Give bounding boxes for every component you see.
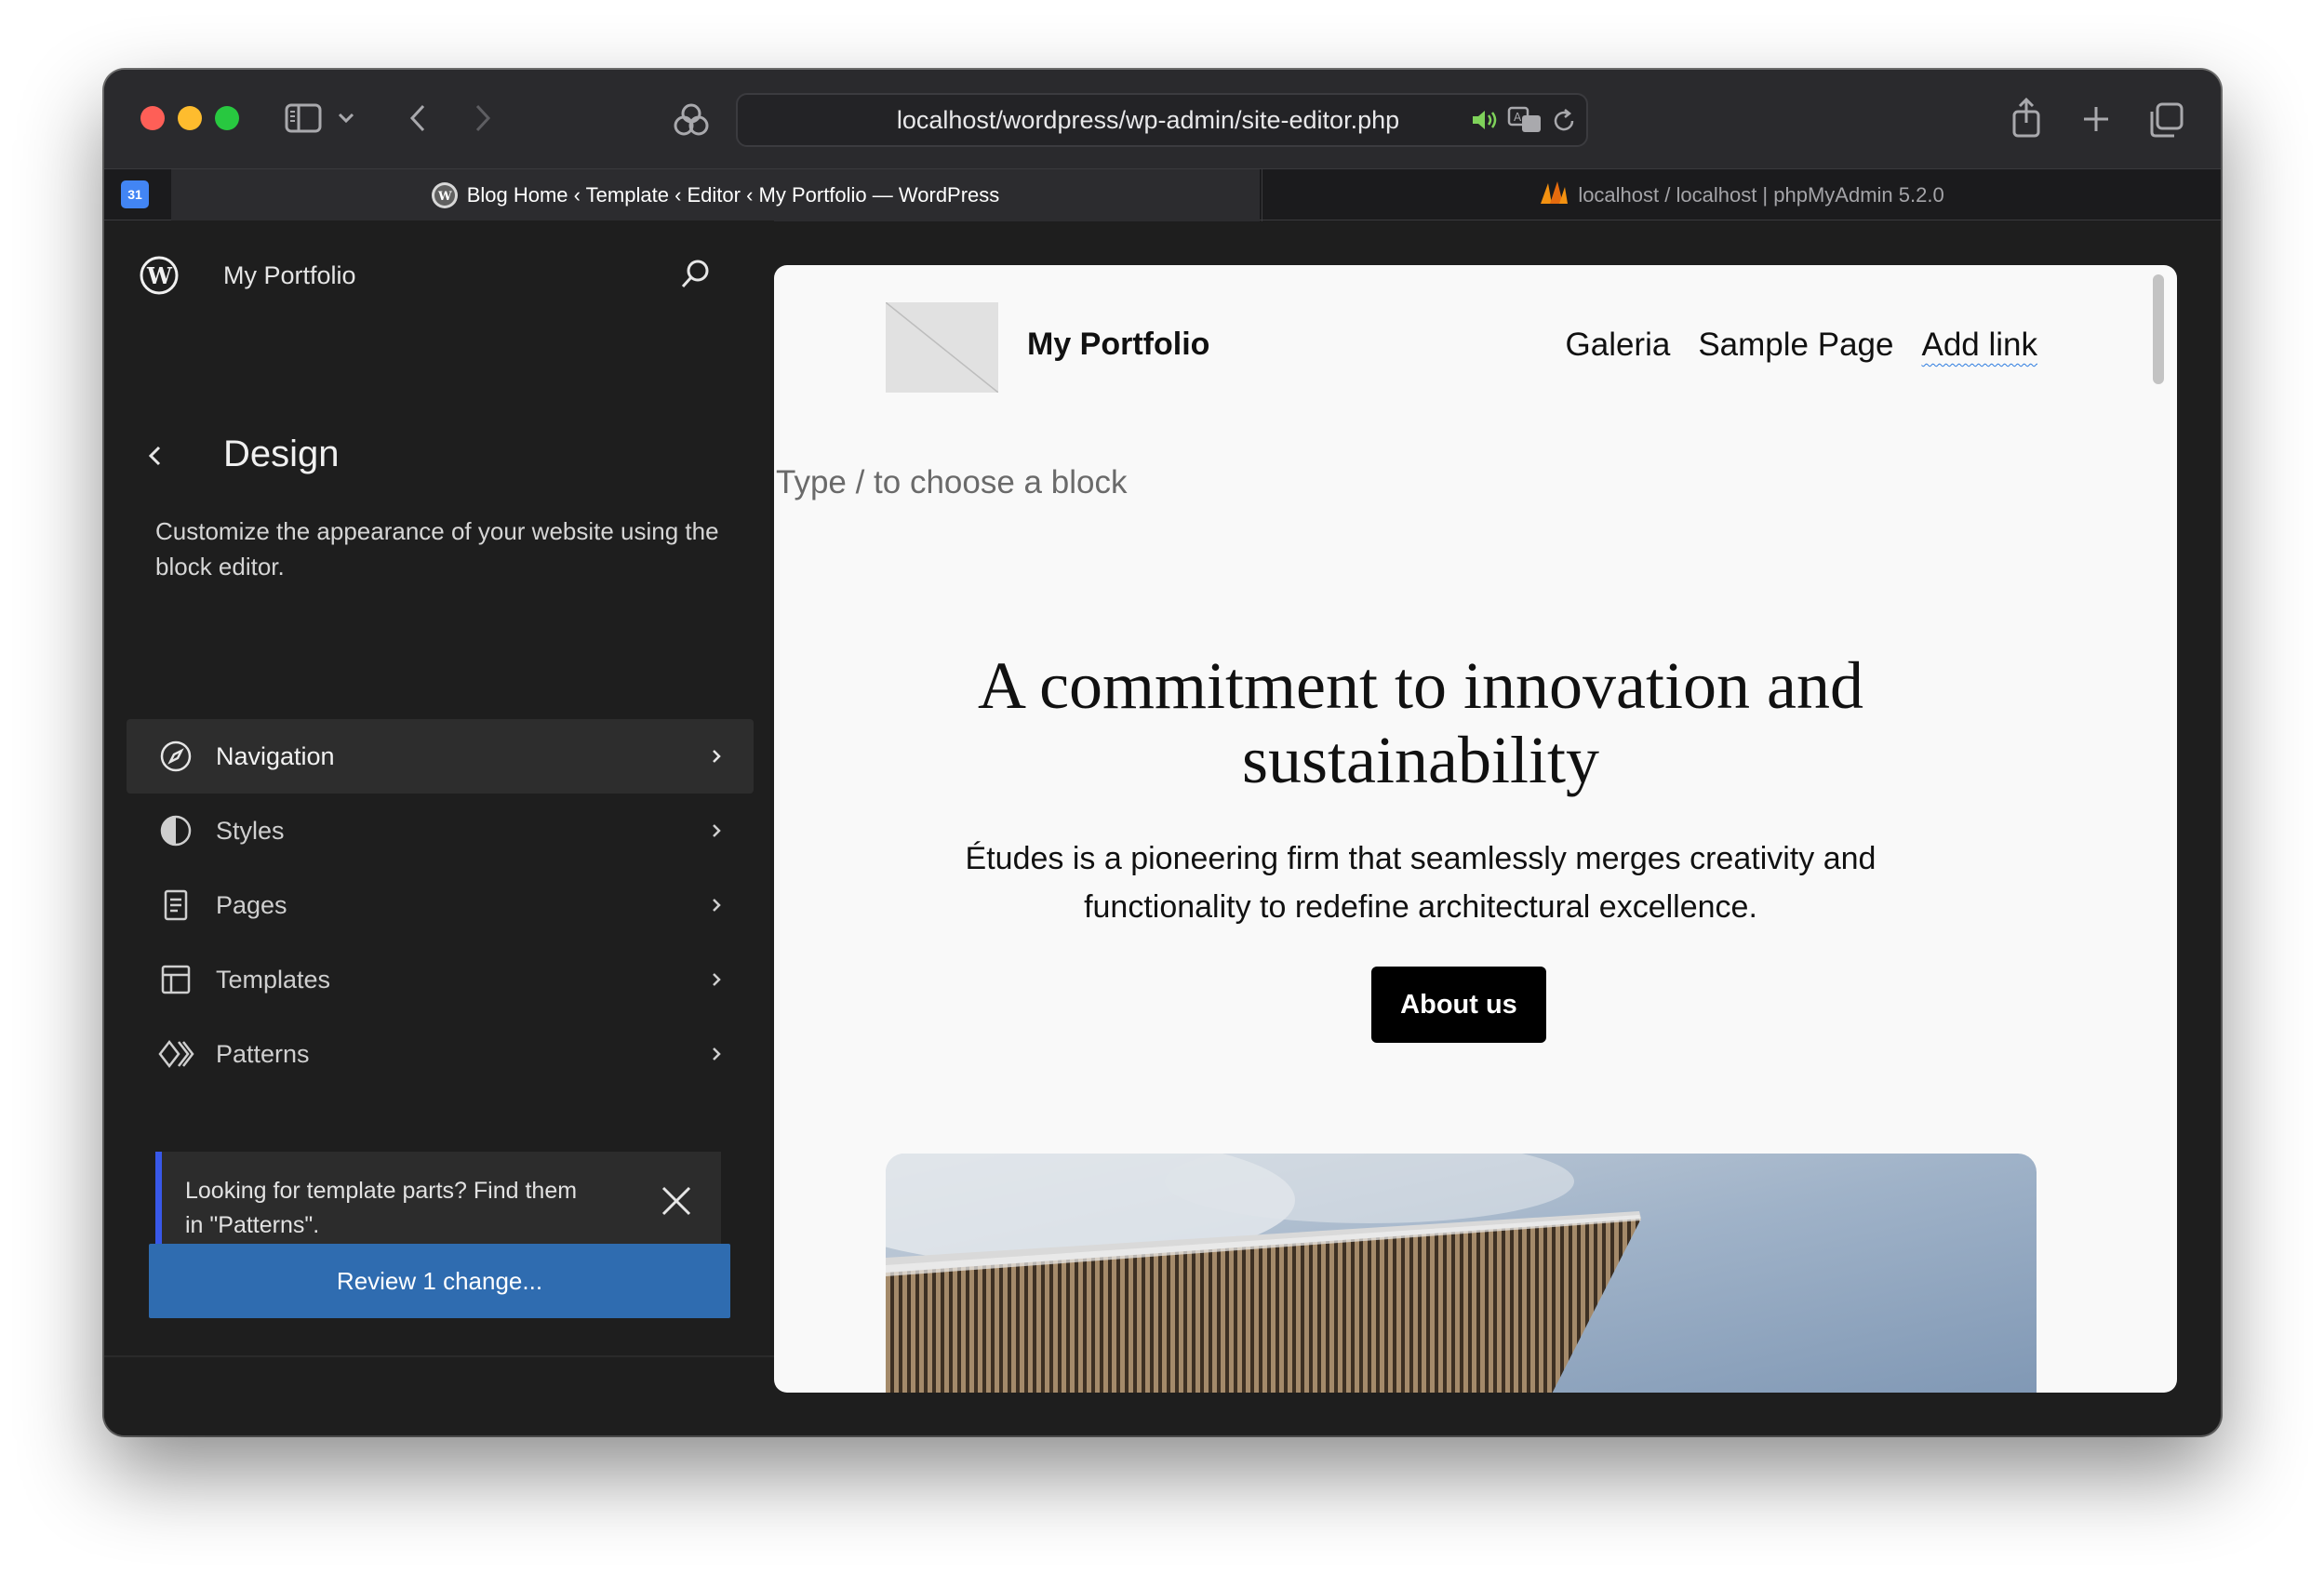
styles-half-circle-icon	[158, 813, 194, 848]
section-title: Design	[223, 434, 340, 474]
chevron-right-icon	[705, 820, 728, 842]
hero-heading[interactable]: A commitment to innovation and sustainab…	[914, 648, 1928, 797]
about-us-button[interactable]: About us	[1371, 967, 1546, 1043]
site-logo-placeholder[interactable]	[885, 301, 999, 394]
tab-overview-icon[interactable]	[2147, 101, 2184, 139]
canvas-scrollbar[interactable]	[2153, 274, 2164, 384]
wordpress-favicon-icon: W	[431, 182, 458, 208]
hero-building-image[interactable]	[886, 1154, 2037, 1393]
menu-item-label: Pages	[216, 890, 287, 919]
tab-phpmyadmin[interactable]: localhost / localhost | phpMyAdmin 5.2.0	[1262, 169, 2221, 221]
svg-text:W: W	[146, 262, 173, 289]
menu-item-label: Patterns	[216, 1039, 310, 1068]
close-window-button[interactable]	[140, 106, 165, 130]
address-bar[interactable]: localhost/wordpress/wp-admin/site-editor…	[736, 93, 1588, 147]
nav-link-sample-page[interactable]: Sample Page	[1698, 327, 1893, 364]
zoom-window-button[interactable]	[215, 106, 239, 130]
nav-link-galeria[interactable]: Galeria	[1566, 327, 1671, 364]
phpmyadmin-favicon-icon	[1539, 180, 1569, 211]
nav-add-link[interactable]: Add link	[1921, 327, 2037, 364]
site-title[interactable]: My Portfolio	[1027, 327, 1209, 363]
browser-window: localhost/wordpress/wp-admin/site-editor…	[104, 70, 2221, 1435]
forward-arrow-icon[interactable]	[469, 101, 497, 135]
tab-title: Blog Home ‹ Template ‹ Editor ‹ My Portf…	[466, 183, 1000, 207]
speaker-audio-icon[interactable]	[1469, 106, 1501, 134]
review-changes-button[interactable]: Review 1 change...	[149, 1244, 730, 1318]
minimize-window-button[interactable]	[178, 106, 202, 130]
site-navigation: Galeria Sample Page Add link	[1566, 327, 2038, 364]
navigation-compass-icon	[158, 739, 194, 774]
menu-item-navigation[interactable]: Navigation	[127, 719, 754, 794]
menu-item-label: Styles	[216, 816, 285, 845]
back-chevron-icon[interactable]	[145, 440, 173, 477]
section-description: Customize the appearance of your website…	[155, 517, 719, 580]
menu-item-templates[interactable]: Templates	[127, 942, 754, 1017]
patterns-diamond-icon	[158, 1036, 194, 1072]
chevron-down-icon[interactable]	[335, 107, 357, 129]
menu-item-pages[interactable]: Pages	[127, 868, 754, 942]
template-layout-icon	[158, 962, 194, 997]
svg-text:A: A	[1514, 111, 1522, 124]
hero-paragraph[interactable]: Études is a pioneering firm that seamles…	[942, 834, 1900, 931]
menu-item-label: Templates	[216, 965, 331, 994]
close-icon[interactable]	[660, 1184, 693, 1218]
chevron-right-icon	[705, 1043, 728, 1065]
design-menu: Navigation Styles Pages Templates Patter…	[127, 719, 754, 1091]
chevron-right-icon	[705, 968, 728, 991]
tab-wordpress-editor[interactable]: W Blog Home ‹ Template ‹ Editor ‹ My Por…	[171, 169, 1260, 221]
menu-item-patterns[interactable]: Patterns	[127, 1017, 754, 1091]
editor-canvas[interactable]: My Portfolio Galeria Sample Page Add lin…	[774, 265, 2177, 1393]
chevron-right-icon	[705, 745, 728, 767]
privacy-shield-icon[interactable]	[672, 100, 711, 140]
chevron-right-icon	[705, 894, 728, 916]
notice-text: Looking for template parts? Find them in…	[185, 1178, 578, 1238]
block-appender-placeholder[interactable]: Type / to choose a block	[776, 464, 1127, 501]
reload-icon[interactable]	[1549, 106, 1579, 136]
sidebar-toggle-icon[interactable]	[284, 101, 323, 135]
tab-bar: 31 W Blog Home ‹ Template ‹ Editor ‹ My …	[104, 168, 2221, 221]
search-icon[interactable]	[676, 256, 715, 295]
sidebar-footer	[104, 1355, 774, 1435]
wordpress-logo-icon[interactable]: W	[140, 256, 179, 295]
menu-item-styles[interactable]: Styles	[127, 794, 754, 868]
site-name[interactable]: My Portfolio	[223, 261, 356, 290]
pinned-tab-calendar-icon[interactable]: 31	[121, 180, 149, 208]
tab-title: localhost / localhost | phpMyAdmin 5.2.0	[1578, 183, 1944, 207]
back-arrow-icon[interactable]	[404, 101, 432, 135]
url-text: localhost/wordpress/wp-admin/site-editor…	[896, 106, 1400, 134]
page-icon	[158, 887, 194, 923]
share-icon[interactable]	[2010, 96, 2043, 139]
new-tab-plus-icon[interactable]	[2080, 103, 2112, 135]
menu-item-label: Navigation	[216, 741, 335, 770]
translate-icon[interactable]: A	[1506, 105, 1543, 135]
browser-toolbar: localhost/wordpress/wp-admin/site-editor…	[104, 70, 2221, 174]
svg-text:W: W	[437, 190, 452, 204]
